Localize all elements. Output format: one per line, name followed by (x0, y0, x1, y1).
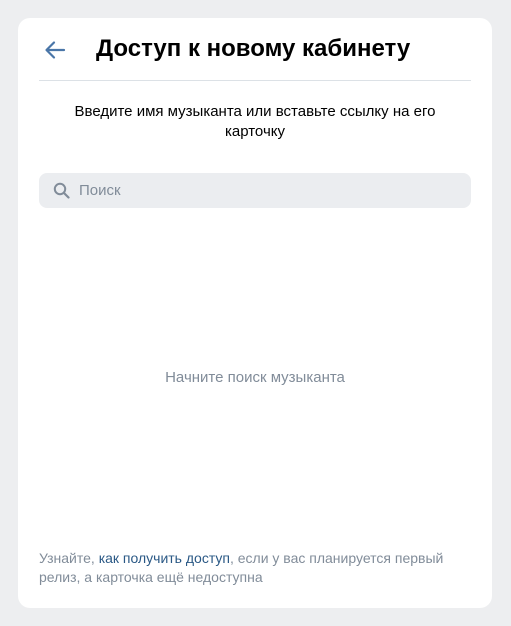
search-icon (53, 182, 70, 199)
how-to-get-access-link[interactable]: как получить доступ (99, 550, 230, 566)
search-box[interactable] (39, 173, 471, 208)
modal-header: Доступ к новому кабинету (18, 18, 492, 80)
footer-note: Узнайте, как получить доступ, если у вас… (39, 549, 471, 587)
instruction-text: Введите имя музыканта или вставьте ссылк… (74, 103, 436, 140)
footer-prefix: Узнайте, (39, 550, 99, 566)
search-input[interactable] (79, 173, 459, 208)
page-title: Доступ к новому кабинету (96, 35, 411, 62)
access-modal: Доступ к новому кабинету Введите имя муз… (18, 18, 492, 608)
back-button[interactable] (40, 35, 70, 65)
empty-state-message: Начните поиск музыканта (165, 369, 345, 386)
header-divider (39, 80, 471, 81)
arrow-left-icon (45, 41, 66, 59)
